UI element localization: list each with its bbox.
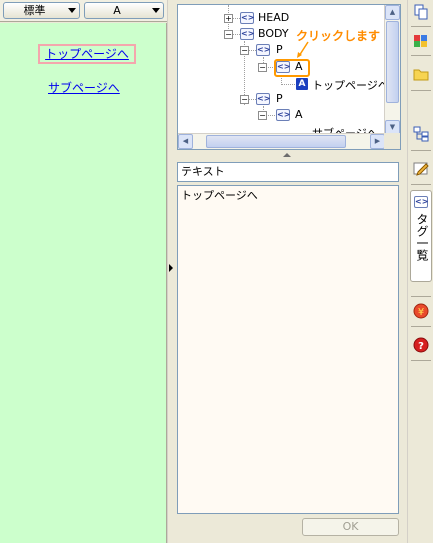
font-dropdown-value: A [113,4,121,17]
site-map-icon[interactable] [413,126,429,142]
callout-pointer-icon [297,41,309,58]
scroll-thumb[interactable] [386,21,399,103]
horizontal-splitter[interactable] [177,151,401,159]
scroll-left-button[interactable]: ◀ [178,134,193,149]
yen-coin-icon[interactable]: ¥ [413,303,429,319]
scroll-thumb[interactable] [206,135,346,148]
separator [411,90,431,91]
edit-pencil-icon[interactable] [413,160,429,176]
chevron-up-icon[interactable] [283,153,291,157]
color-palette-icon[interactable] [413,32,429,48]
svg-text:?: ? [418,341,424,352]
tag-icon: <> [240,12,255,24]
font-dropdown[interactable]: A [84,2,164,19]
tree-horizontal-scrollbar[interactable]: ◀ ▶ [178,133,385,149]
tag-icon: <> [240,28,255,40]
copy-pages-icon[interactable] [413,4,429,20]
tab-tag-list-label: タグ一覧 [415,213,429,261]
separator [411,26,431,27]
separator [411,360,431,361]
tree-expand-toggle[interactable]: + [224,14,233,23]
folder-icon[interactable] [413,66,429,82]
click-target-highlight [274,59,310,77]
page-preview: トップページへ サブページへ [0,23,167,543]
separator [411,184,431,185]
size-dropdown[interactable]: 標準 [3,2,80,19]
preview-link-top-page[interactable]: トップページへ [38,44,136,64]
tool-strip: <> タグ一覧 ¥ ? [407,0,433,543]
scroll-up-button[interactable]: ▲ [385,5,400,20]
tree-collapse-toggle[interactable]: − [240,46,249,55]
property-name-field[interactable]: テキスト [177,162,399,182]
preview-link-sub-page[interactable]: サブページへ [48,80,138,96]
size-dropdown-value: 標準 [23,4,46,17]
separator [411,150,431,151]
chevron-down-icon [152,8,160,13]
text-node-icon: A [296,78,308,90]
tree-collapse-toggle[interactable]: − [258,63,267,72]
separator [411,326,431,327]
tree-node-p[interactable]: P [276,92,283,105]
help-icon[interactable]: ? [413,337,429,353]
tree-vertical-scrollbar[interactable]: ▲ ▼ [384,5,400,149]
chevron-right-icon[interactable] [169,264,173,272]
tag-icon: <> [414,196,429,208]
tag-tree-view[interactable]: + <> HEAD − <> BODY − <> P − <> A A トップペ… [177,4,401,150]
tree-node-a[interactable]: A [295,108,303,121]
vertical-splitter[interactable] [167,0,175,543]
svg-text:¥: ¥ [418,307,424,318]
property-value-textarea[interactable]: トップページへ [177,185,399,514]
tree-node-body[interactable]: BODY [258,27,289,40]
tree-node-head[interactable]: HEAD [258,11,289,24]
tree-collapse-toggle[interactable]: − [240,95,249,104]
tree-collapse-toggle[interactable]: − [224,30,233,39]
preview-toolbar: 標準 A [0,0,167,22]
separator [411,296,431,297]
ok-button[interactable]: OK [302,518,399,536]
tree-node-p[interactable]: P [276,43,283,56]
separator [411,55,431,56]
scroll-right-button[interactable]: ▶ [370,134,385,149]
tree-connector [281,84,295,85]
tag-icon: <> [256,44,271,56]
tag-icon: <> [276,109,291,121]
tag-icon: <> [256,93,271,105]
tree-collapse-toggle[interactable]: − [258,111,267,120]
tree-node-text-top-page[interactable]: トップページへ [312,77,389,93]
scroll-corner [384,133,400,149]
chevron-down-icon [68,8,76,13]
tab-tag-list[interactable]: <> タグ一覧 [410,190,432,282]
